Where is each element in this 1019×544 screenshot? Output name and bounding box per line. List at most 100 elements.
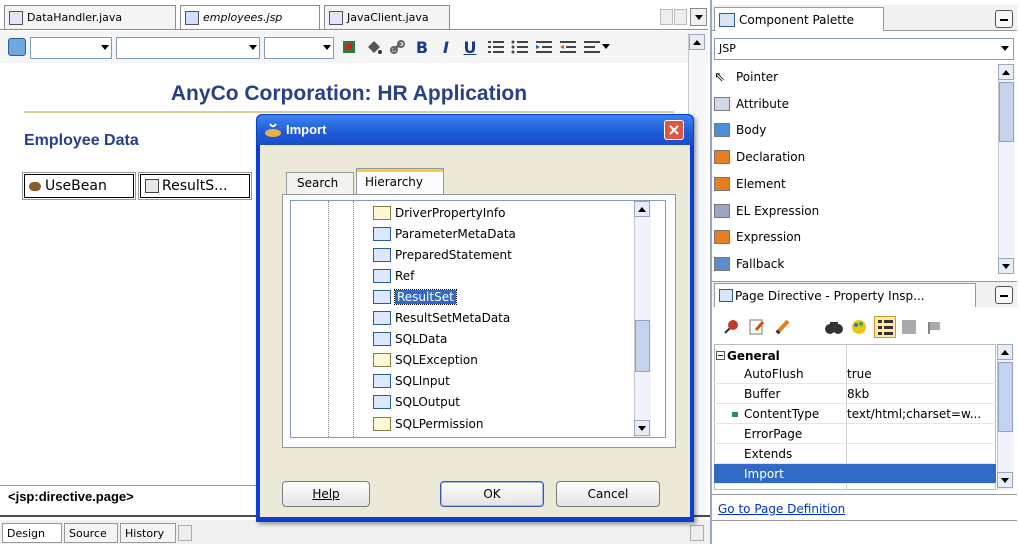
go-to-page-definition-link[interactable]: Go to Page Definition bbox=[718, 502, 845, 516]
font-select[interactable] bbox=[264, 37, 334, 59]
interface-icon bbox=[373, 226, 391, 241]
highlight-icon[interactable] bbox=[340, 37, 360, 57]
property-row[interactable]: Extends bbox=[714, 444, 996, 464]
cancel-button[interactable]: Cancel bbox=[556, 481, 660, 507]
square-icon[interactable] bbox=[902, 320, 916, 334]
tab-design[interactable]: Design bbox=[2, 523, 62, 543]
palette-item[interactable]: EL Expression bbox=[714, 198, 984, 224]
css-icon[interactable] bbox=[8, 38, 26, 56]
palette-scroll-down[interactable] bbox=[998, 258, 1014, 274]
property-row[interactable]: Buffer 8kb bbox=[714, 384, 996, 404]
flag-icon[interactable] bbox=[926, 319, 944, 338]
interface-icon bbox=[373, 311, 391, 325]
editor-tab-border bbox=[0, 29, 708, 30]
page-title: AnyCo Corporation: HR Application bbox=[170, 82, 528, 105]
tab-history[interactable]: History bbox=[120, 523, 176, 543]
tab-source[interactable]: Source bbox=[64, 523, 118, 543]
tree-scrollbar[interactable] bbox=[634, 201, 651, 437]
bold-button[interactable]: B bbox=[412, 37, 432, 57]
tree-scroll-down[interactable] bbox=[634, 420, 650, 436]
class-icon bbox=[373, 353, 391, 368]
palette-item[interactable]: Declaration bbox=[714, 144, 984, 170]
inspector-icon bbox=[719, 289, 733, 302]
tab-employees[interactable]: employees.jsp bbox=[180, 5, 320, 29]
tree-item[interactable]: SQLInput bbox=[373, 371, 450, 392]
numbered-list-icon[interactable] bbox=[486, 37, 506, 57]
title-rule bbox=[24, 111, 674, 113]
palette-item[interactable]: Attribute bbox=[714, 91, 984, 117]
body-icon bbox=[714, 123, 730, 138]
java-file-icon bbox=[329, 10, 343, 25]
link-icon[interactable] bbox=[388, 37, 408, 57]
inspector-scroll-down[interactable] bbox=[997, 472, 1013, 488]
style-class-select[interactable] bbox=[30, 37, 112, 59]
bottom-scroll-left[interactable] bbox=[178, 525, 192, 541]
palette-color-icon[interactable] bbox=[850, 318, 868, 339]
tab-scroll-right[interactable] bbox=[674, 9, 687, 25]
tab-list-button[interactable] bbox=[690, 8, 707, 26]
paint-bucket-icon[interactable] bbox=[364, 37, 384, 57]
palette-item[interactable]: Fallback bbox=[714, 251, 984, 277]
pencil-icon[interactable] bbox=[774, 318, 792, 339]
block-format-select[interactable] bbox=[116, 37, 260, 59]
resultset-tag[interactable]: ResultS... bbox=[138, 172, 252, 200]
inspector-tab[interactable]: Page Directive - Property Insp... bbox=[714, 283, 976, 307]
bottom-scroll-right[interactable] bbox=[690, 525, 704, 541]
tree-item[interactable]: SQLException bbox=[373, 350, 478, 371]
bullet-list-icon[interactable] bbox=[510, 37, 530, 57]
declaration-icon bbox=[714, 150, 730, 165]
tree-item[interactable]: ParameterMetaData bbox=[373, 223, 516, 244]
property-group-header[interactable]: − General bbox=[716, 344, 780, 364]
palette-item[interactable]: Body bbox=[714, 117, 984, 143]
inspector-scroll-up[interactable] bbox=[997, 344, 1013, 360]
palette-scroll-up[interactable] bbox=[998, 64, 1014, 80]
outdent-icon[interactable] bbox=[558, 37, 578, 57]
tree-item[interactable]: SQLOutput bbox=[373, 392, 460, 413]
property-row[interactable]: ErrorPage bbox=[714, 424, 996, 444]
tree-item[interactable]: SQLData bbox=[373, 329, 447, 350]
align-dropdown-icon[interactable] bbox=[602, 44, 610, 49]
palette-item[interactable]: Element bbox=[714, 171, 984, 197]
tree-item[interactable]: DriverPropertyInfo bbox=[373, 202, 505, 223]
tree-item[interactable]: ResultSetMetaData bbox=[373, 308, 510, 329]
editor-scroll-up[interactable] bbox=[689, 34, 705, 50]
inspector-scroll-thumb[interactable] bbox=[998, 362, 1013, 432]
pointer-icon: ⇖ bbox=[714, 70, 725, 85]
tab-datahandler[interactable]: DataHandler.java bbox=[4, 5, 176, 29]
property-row[interactable]: ContentType text/html;charset=w... bbox=[714, 404, 996, 424]
property-row[interactable]: Import bbox=[714, 464, 996, 484]
dialog-tab-hierarchy[interactable]: Hierarchy bbox=[356, 168, 444, 195]
property-row[interactable]: AutoFlush true bbox=[714, 364, 996, 384]
palette-minimize-button[interactable] bbox=[995, 10, 1013, 28]
pin-icon[interactable] bbox=[722, 318, 740, 339]
tree-item[interactable]: SQLPermission bbox=[373, 413, 483, 434]
help-button[interactable]: Help bbox=[282, 481, 370, 507]
categorized-view-icon[interactable] bbox=[874, 316, 896, 338]
find-icon[interactable] bbox=[824, 318, 844, 339]
tree-scroll-up[interactable] bbox=[634, 201, 650, 217]
italic-button[interactable]: I bbox=[436, 37, 456, 57]
palette-item[interactable]: Expression bbox=[714, 224, 984, 250]
tab-javaclient[interactable]: JavaClient.java bbox=[324, 5, 450, 29]
underline-button[interactable]: U bbox=[460, 37, 480, 57]
minimize-icon bbox=[1000, 19, 1008, 21]
inspector-minimize-button[interactable] bbox=[995, 286, 1013, 304]
edit-icon[interactable] bbox=[748, 318, 766, 339]
tab-scroll-left[interactable] bbox=[660, 9, 673, 25]
palette-tab[interactable]: Component Palette bbox=[714, 7, 884, 31]
indent-icon[interactable] bbox=[534, 37, 554, 57]
tree-item[interactable]: PreparedStatement bbox=[373, 244, 512, 265]
tag-breadcrumb[interactable]: <jsp:directive.page> bbox=[8, 489, 134, 504]
ok-button[interactable]: OK bbox=[440, 481, 544, 507]
tree-item[interactable]: ResultSet bbox=[373, 286, 457, 307]
dialog-tab-search[interactable]: Search bbox=[286, 172, 354, 194]
usebean-tag[interactable]: UseBean bbox=[22, 172, 136, 200]
palette-scroll-thumb[interactable] bbox=[999, 82, 1014, 142]
tree-item[interactable]: Ref bbox=[373, 265, 414, 286]
tree-scroll-thumb[interactable] bbox=[635, 320, 650, 372]
dialog-close-button[interactable] bbox=[664, 120, 684, 140]
palette-item[interactable]: ⇖ Pointer bbox=[714, 64, 984, 90]
align-icon[interactable] bbox=[582, 37, 602, 57]
attribute-icon bbox=[714, 96, 730, 111]
palette-category-select[interactable]: JSP bbox=[714, 38, 1014, 60]
